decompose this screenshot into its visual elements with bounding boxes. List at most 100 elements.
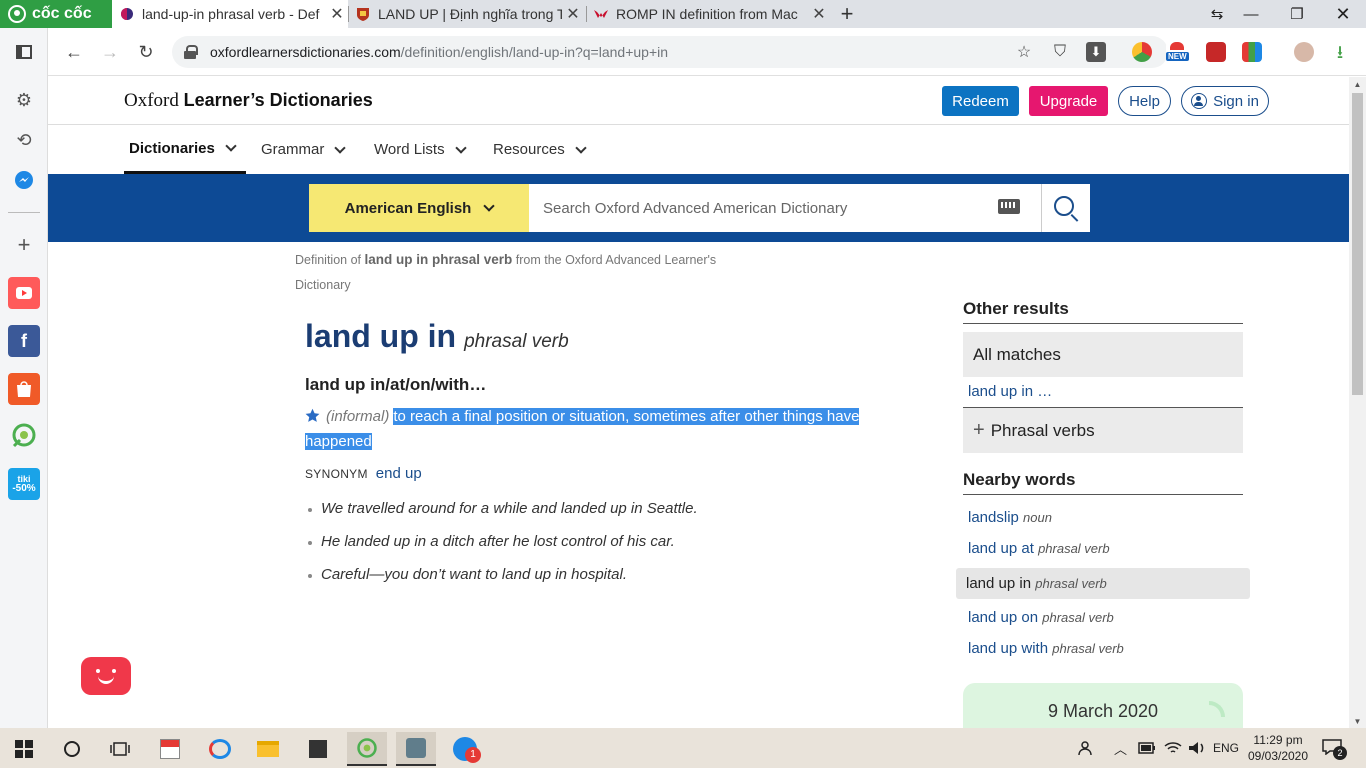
notification-center-icon[interactable]: 2 bbox=[1322, 728, 1347, 768]
language-indicator[interactable]: ENG bbox=[1213, 728, 1239, 768]
volume-icon[interactable] bbox=[1188, 728, 1206, 768]
tray-expand-icon[interactable]: ︿ bbox=[1114, 728, 1127, 768]
upgrade-button[interactable]: Upgrade bbox=[1029, 86, 1108, 116]
red-extension-icon[interactable] bbox=[1206, 42, 1226, 62]
brand-name: cốc cốc bbox=[32, 5, 92, 22]
messenger-icon[interactable] bbox=[8, 164, 40, 196]
close-tab-icon[interactable]: ✕ bbox=[562, 4, 584, 24]
nav-grammar[interactable]: Grammar bbox=[261, 125, 347, 174]
nearby-word-link[interactable]: land up on phrasal verb bbox=[968, 609, 1114, 626]
facebook-icon[interactable]: f bbox=[8, 325, 40, 357]
tab-cambridge[interactable]: LAND UP | Định nghĩa trong T ✕ bbox=[348, 0, 584, 28]
coccoc-taskbar-icon[interactable] bbox=[347, 732, 387, 766]
downloads-icon[interactable]: ⭳ bbox=[1330, 42, 1350, 62]
chat-widget-button[interactable] bbox=[81, 657, 131, 695]
reload-button[interactable]: ↻ bbox=[134, 40, 158, 64]
new-extension-icon[interactable]: NEW bbox=[1166, 42, 1189, 62]
nearby-word: land up on bbox=[968, 609, 1039, 626]
help-button[interactable]: Help bbox=[1118, 86, 1171, 116]
nearby-pos: phrasal verb bbox=[1035, 576, 1107, 591]
tab-divider bbox=[586, 6, 587, 22]
tiki-icon[interactable]: tiki -50% bbox=[8, 468, 40, 500]
close-tab-icon[interactable]: ✕ bbox=[808, 4, 830, 24]
sign-in-button[interactable]: Sign in bbox=[1181, 86, 1269, 116]
synonym-link[interactable]: end up bbox=[376, 465, 422, 482]
scrollbar-thumb[interactable] bbox=[1352, 93, 1363, 395]
word-of-the-day-card[interactable]: 9 March 2020 bbox=[963, 683, 1243, 728]
macmillan-favicon-icon bbox=[594, 10, 608, 18]
close-tab-icon[interactable]: ✕ bbox=[326, 4, 348, 24]
user-icon bbox=[1191, 93, 1208, 109]
nearby-word-link[interactable]: land up at phrasal verb bbox=[968, 540, 1110, 557]
shopee-icon[interactable] bbox=[8, 373, 40, 405]
forward-button[interactable]: → bbox=[98, 40, 122, 64]
shield-icon[interactable]: ⛉ bbox=[1050, 42, 1070, 62]
back-button[interactable]: ← bbox=[62, 40, 86, 64]
people-icon[interactable] bbox=[1078, 728, 1096, 768]
sticky-notes-icon[interactable] bbox=[298, 732, 338, 766]
app-icon-paint[interactable] bbox=[200, 732, 240, 766]
battery-icon[interactable] bbox=[1138, 728, 1156, 768]
chevron-down-icon bbox=[334, 141, 347, 154]
nav-label: Grammar bbox=[261, 141, 325, 158]
all-matches-toggle[interactable]: All matches bbox=[963, 332, 1243, 377]
tab-macmillan[interactable]: ROMP IN definition from Mac ✕ bbox=[586, 0, 830, 28]
bookmark-star-icon[interactable]: ☆ bbox=[1014, 42, 1034, 62]
tab-title: LAND UP | Định nghĩa trong T bbox=[378, 6, 562, 22]
rss-icon[interactable] bbox=[1209, 701, 1225, 717]
cortana-search-icon[interactable] bbox=[52, 732, 92, 766]
search-input[interactable]: Search Oxford Advanced American Dictiona… bbox=[529, 184, 1041, 232]
new-tab-button[interactable]: + bbox=[836, 0, 858, 28]
chevron-down-icon bbox=[225, 140, 237, 152]
settings-gear-icon[interactable]: ⚙ bbox=[8, 84, 40, 116]
oxford-3000-star-icon[interactable] bbox=[305, 408, 320, 423]
scroll-up-arrow-icon[interactable]: ▲ bbox=[1349, 77, 1366, 91]
close-window-button[interactable]: ✕ bbox=[1323, 0, 1363, 28]
system-clock[interactable]: 11:29 pm 09/03/2020 bbox=[1246, 732, 1310, 764]
search-icon bbox=[1054, 196, 1074, 216]
nearby-pos: phrasal verb bbox=[1052, 641, 1124, 656]
nav-resources[interactable]: Resources bbox=[493, 125, 587, 174]
page-scrollbar[interactable]: ▲ ▼ bbox=[1349, 77, 1366, 728]
nearby-word: landslip bbox=[968, 509, 1019, 526]
chrome-extension-icon[interactable] bbox=[1132, 42, 1152, 62]
search-button[interactable] bbox=[1041, 184, 1090, 232]
sense-definition: (informal) to reach a final position or s… bbox=[305, 404, 875, 454]
youtube-icon[interactable] bbox=[8, 277, 40, 309]
app-icon-chart[interactable] bbox=[150, 732, 190, 766]
scroll-down-arrow-icon[interactable]: ▼ bbox=[1349, 714, 1366, 728]
minimize-button[interactable]: — bbox=[1231, 0, 1271, 28]
search-placeholder: Search Oxford Advanced American Dictiona… bbox=[543, 199, 848, 217]
profile-avatar[interactable] bbox=[1294, 42, 1314, 62]
wifi-icon[interactable] bbox=[1164, 728, 1182, 768]
coccoc-app-icon[interactable] bbox=[8, 419, 40, 451]
dictionary-select[interactable]: American English bbox=[309, 184, 529, 232]
sidebar-toggle-icon[interactable] bbox=[8, 36, 40, 68]
history-icon[interactable]: ⟲ bbox=[8, 124, 40, 156]
tab-divider bbox=[348, 6, 349, 22]
color-extension-icon[interactable] bbox=[1242, 42, 1262, 62]
zalo-icon[interactable]: 1 bbox=[445, 732, 485, 766]
phrasal-verbs-toggle[interactable]: + Phrasal verbs bbox=[963, 407, 1243, 453]
crumb-bold: land up in phrasal verb bbox=[364, 252, 513, 267]
nearby-word-link[interactable]: land up with phrasal verb bbox=[968, 640, 1124, 657]
download-page-icon[interactable]: ⬇ bbox=[1086, 42, 1106, 62]
coccoc-menu-button[interactable]: cốc cốc bbox=[0, 0, 112, 28]
nav-word-lists[interactable]: Word Lists bbox=[374, 125, 467, 174]
file-explorer-icon[interactable] bbox=[248, 732, 288, 766]
smile-icon bbox=[98, 676, 114, 684]
nearby-word-link[interactable]: landslip noun bbox=[968, 509, 1052, 526]
task-view-icon[interactable] bbox=[100, 732, 140, 766]
keyboard-icon[interactable] bbox=[998, 199, 1020, 214]
nav-dictionaries[interactable]: Dictionaries bbox=[124, 125, 246, 174]
windows-start-icon[interactable] bbox=[4, 732, 44, 766]
redeem-button[interactable]: Redeem bbox=[942, 86, 1019, 116]
match-link[interactable]: land up in … bbox=[968, 383, 1052, 400]
add-shortcut-icon[interactable]: + bbox=[8, 229, 40, 261]
nav-label: Word Lists bbox=[374, 141, 445, 158]
restore-button[interactable]: ❐ bbox=[1277, 0, 1317, 28]
app-icon-gear[interactable] bbox=[396, 732, 436, 766]
oxford-logo[interactable]: Oxford Learner’s Dictionaries bbox=[124, 90, 373, 112]
address-bar[interactable]: oxfordlearnersdictionaries.com/definitio… bbox=[172, 36, 1168, 68]
tab-oxford[interactable]: land-up-in phrasal verb - Def ✕ bbox=[112, 0, 348, 28]
